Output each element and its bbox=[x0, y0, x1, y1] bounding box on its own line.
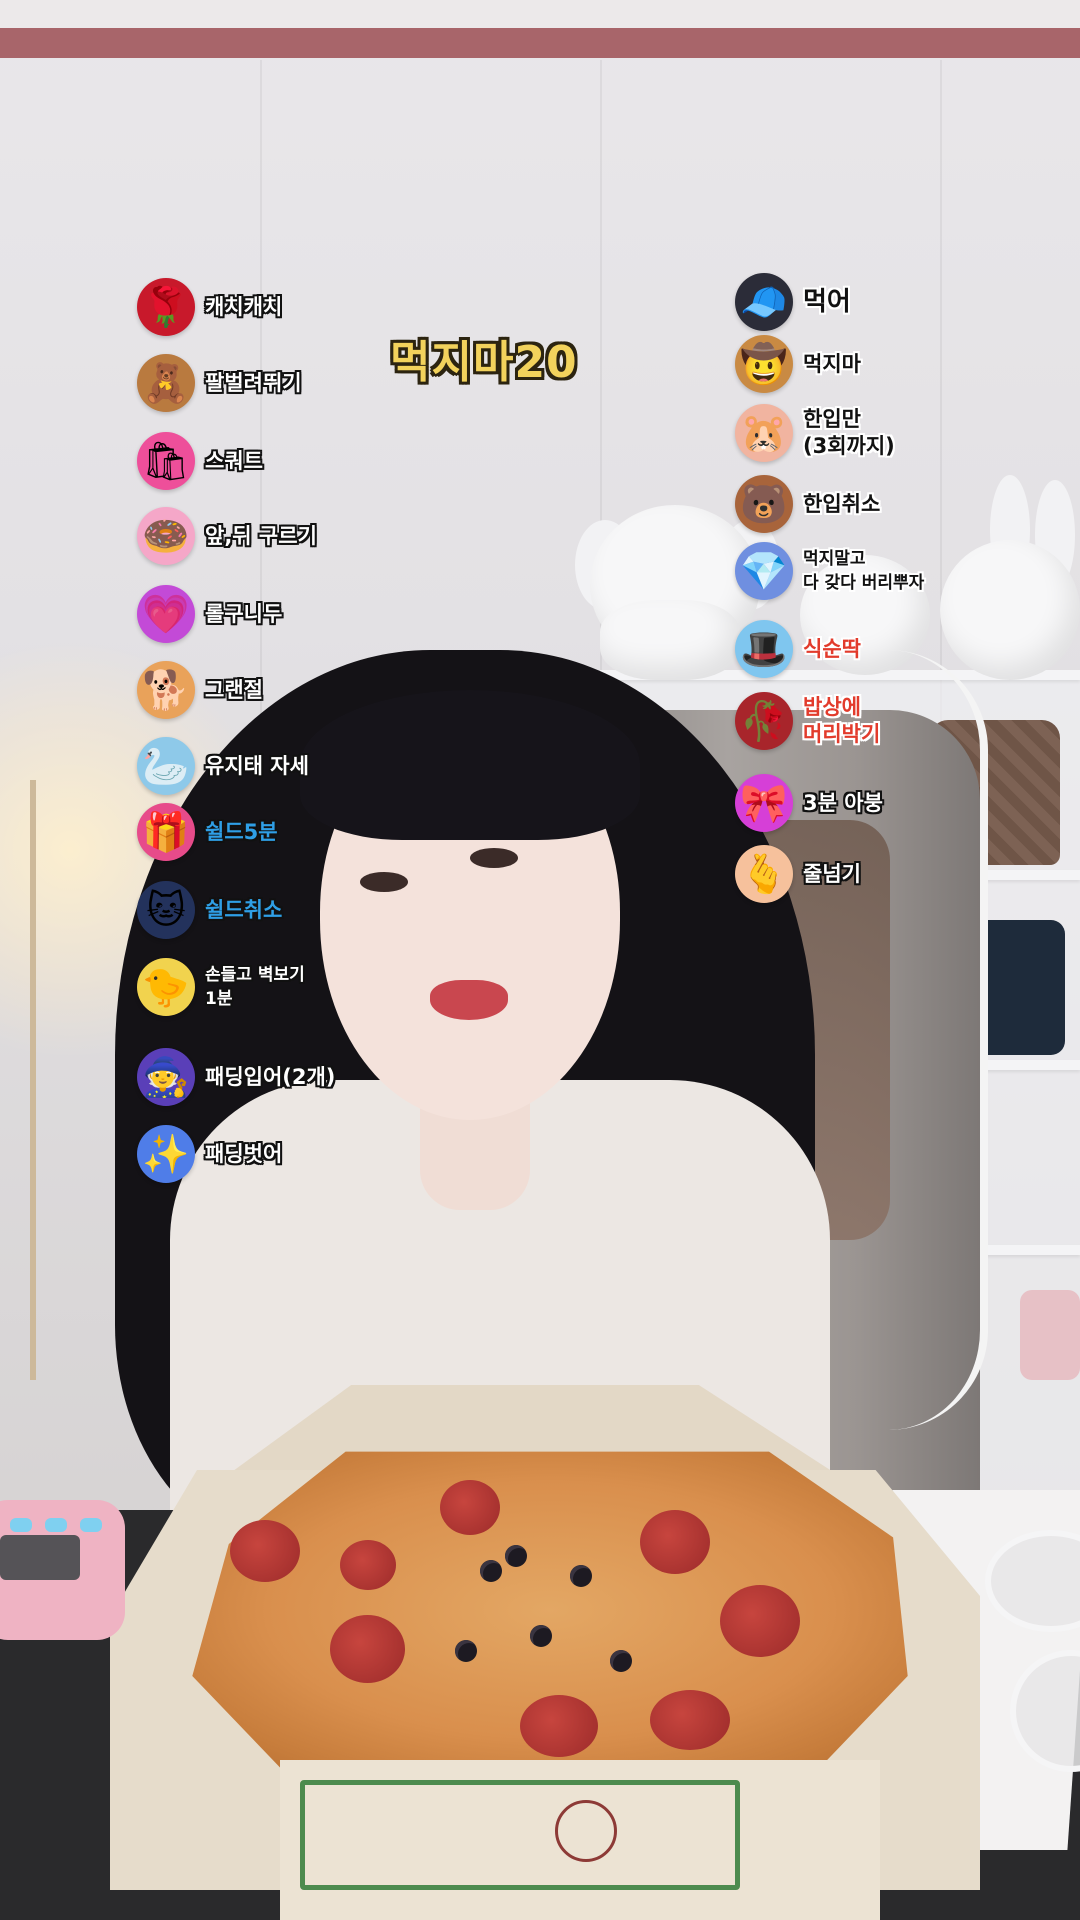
streamer-eye bbox=[360, 872, 408, 892]
donation-item[interactable]: 🛍 스쿼트 bbox=[137, 432, 263, 490]
timer-button bbox=[45, 1518, 67, 1532]
timer-button bbox=[10, 1518, 32, 1532]
donation-label: 한입만 (3회까지) bbox=[803, 407, 895, 458]
teddy-bears-icon: 🧸 bbox=[137, 354, 195, 412]
donation-item[interactable]: 🐹 한입만 (3회까지) bbox=[735, 404, 895, 462]
streamer-bangs bbox=[300, 690, 640, 840]
donation-label: 캐치캐치 bbox=[205, 294, 283, 319]
heart-icon: 💗 bbox=[137, 585, 195, 643]
bear-icon: 🐻 bbox=[735, 475, 793, 533]
donation-item[interactable]: 🍩 앞,뒤 구르기 bbox=[137, 507, 317, 565]
donation-item[interactable]: 💗 롤구니두 bbox=[137, 585, 282, 643]
donation-label: 먹어 bbox=[803, 287, 851, 317]
pepperoni bbox=[640, 1510, 710, 1574]
pepperoni bbox=[720, 1585, 800, 1657]
pizza-box-print bbox=[300, 1780, 740, 1890]
donation-item[interactable]: 🤠 먹지마 bbox=[735, 335, 861, 393]
chick-icon: 🐤 bbox=[137, 958, 195, 1016]
donation-item[interactable]: 🥀 밥상에 머리박기 bbox=[735, 692, 880, 750]
olive bbox=[480, 1560, 502, 1582]
donation-label: 스쿼트 bbox=[205, 448, 263, 473]
donation-item[interactable]: 🎩 식순딱 bbox=[735, 620, 861, 678]
olive bbox=[505, 1545, 527, 1567]
cap-icon: 🧢 bbox=[735, 273, 793, 331]
donation-item[interactable]: 🧸 팔벌려뛰기 bbox=[137, 354, 302, 412]
donation-label: 유지태 자세 bbox=[205, 753, 309, 778]
donation-item[interactable]: 🧙 패딩입어(2개) bbox=[137, 1048, 335, 1106]
donation-label: 앞,뒤 구르기 bbox=[205, 523, 317, 548]
wizard-icon: 🧙 bbox=[137, 1048, 195, 1106]
donation-label: 쉴드5분 bbox=[205, 819, 278, 844]
star-icon: ✨ bbox=[137, 1125, 195, 1183]
donation-item[interactable]: 🎀 3분 아붕 bbox=[735, 774, 883, 832]
swan-icon: 🦢 bbox=[137, 737, 195, 795]
donation-label: 한입취소 bbox=[803, 491, 881, 516]
donation-label: 손들고 벽보기 1분 bbox=[205, 965, 305, 1009]
olive bbox=[610, 1650, 632, 1672]
plush-bunny bbox=[940, 540, 1080, 680]
pepperoni bbox=[520, 1695, 598, 1757]
donation-label: 롤구니두 bbox=[205, 601, 283, 626]
donation-label: 밥상에 머리박기 bbox=[803, 695, 881, 746]
donation-item[interactable]: 🌹 캐치캐치 bbox=[137, 278, 282, 336]
donation-item[interactable]: 💎 먹지말고 다 갖다 버리뿌자 bbox=[735, 542, 924, 600]
donut-icon: 🍩 bbox=[137, 507, 195, 565]
rose-icon: 🌹 bbox=[137, 278, 195, 336]
donation-label: 패딩벗어 bbox=[205, 1141, 283, 1166]
plush-dog-body bbox=[600, 600, 740, 680]
ceiling-trim bbox=[0, 28, 1080, 58]
timer-screen bbox=[0, 1535, 80, 1580]
bow-icon: 🎀 bbox=[735, 774, 793, 832]
donation-item[interactable]: 🦢 유지태 자세 bbox=[137, 737, 309, 795]
donation-item[interactable]: 🎁 쉴드5분 bbox=[137, 803, 278, 861]
donation-item[interactable]: 🐤 손들고 벽보기 1분 bbox=[137, 958, 305, 1016]
donation-label: 먹지말고 다 갖다 버리뿌자 bbox=[803, 549, 925, 593]
ceiling bbox=[0, 0, 1080, 30]
pizza-box-logo bbox=[555, 1800, 617, 1862]
donation-item[interactable]: 🐕 그랜절 bbox=[137, 661, 263, 719]
streamer-lips bbox=[430, 980, 508, 1020]
donation-label: 그랜절 bbox=[205, 677, 263, 702]
donation-item[interactable]: 🧢 먹어 bbox=[735, 273, 851, 331]
handbag bbox=[1020, 1290, 1080, 1380]
hamster-icon: 🐹 bbox=[735, 404, 793, 462]
cowboy-hat-icon: 🤠 bbox=[735, 335, 793, 393]
tiktok-box-icon: 🎁 bbox=[137, 803, 195, 861]
pepperoni bbox=[440, 1480, 500, 1535]
timer-button bbox=[80, 1518, 102, 1532]
cat-glasses-icon: 🐱 bbox=[137, 881, 195, 939]
donation-item[interactable]: ✨ 패딩벗어 bbox=[137, 1125, 282, 1183]
live-stream-view: 먹지마20 🌹 캐치캐치 🧸 팔벌려뛰기 🛍 스쿼트 🍩 앞,뒤 구르기 💗 롤… bbox=[0, 0, 1080, 1920]
donation-label: 패딩입어(2개) bbox=[205, 1064, 336, 1089]
streamer-eye bbox=[470, 848, 518, 868]
olive bbox=[530, 1625, 552, 1647]
donation-label: 먹지마 bbox=[803, 351, 861, 376]
crystal-icon: 💎 bbox=[735, 542, 793, 600]
olive bbox=[570, 1565, 592, 1587]
rose-globe-icon: 🥀 bbox=[735, 692, 793, 750]
pepperoni bbox=[650, 1690, 730, 1750]
floor-lamp bbox=[30, 780, 36, 1380]
corgi-icon: 🐕 bbox=[137, 661, 195, 719]
finger-heart-icon: 🫰 bbox=[735, 845, 793, 903]
donation-label: 팔벌려뛰기 bbox=[205, 370, 302, 395]
donation-label: 줄넘기 bbox=[803, 861, 861, 886]
pepperoni bbox=[340, 1540, 396, 1590]
pepperoni bbox=[230, 1520, 300, 1582]
donation-item[interactable]: 🫰 줄넘기 bbox=[735, 845, 861, 903]
magic-hat-icon: 🎩 bbox=[735, 620, 793, 678]
pepperoni bbox=[330, 1615, 405, 1683]
donation-label: 식순딱 bbox=[803, 636, 861, 661]
donation-item[interactable]: 🐱 쉴드취소 bbox=[137, 881, 282, 939]
donation-label: 쉴드취소 bbox=[205, 897, 283, 922]
olive bbox=[455, 1640, 477, 1662]
gift-bag-icon: 🛍 bbox=[137, 432, 195, 490]
donation-item[interactable]: 🐻 한입취소 bbox=[735, 475, 880, 533]
donation-label: 3분 아붕 bbox=[803, 790, 883, 815]
donation-counter: 먹지마20 bbox=[390, 337, 578, 388]
